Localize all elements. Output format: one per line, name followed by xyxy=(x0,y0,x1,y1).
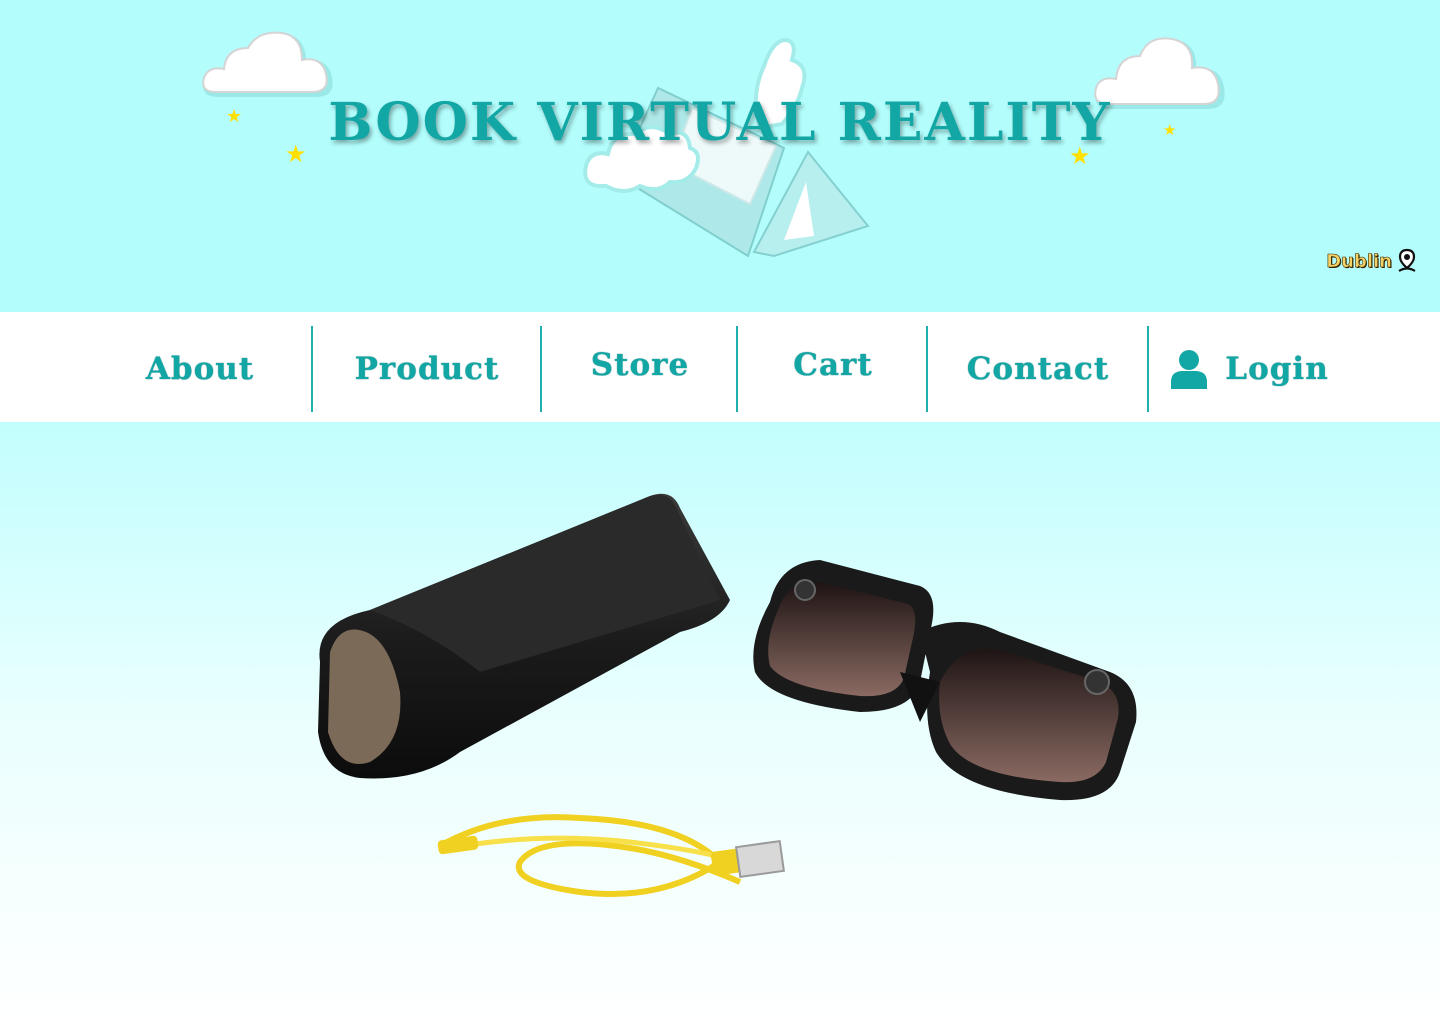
user-icon xyxy=(1171,350,1208,389)
nav-store[interactable]: Store xyxy=(542,322,738,408)
login-label: Login xyxy=(1225,351,1329,387)
header: ★ ★ ★ ★ BOOK VIRTUAL REALITY Dublin xyxy=(0,0,1440,312)
site-title: BOOK VIRTUAL REALITY xyxy=(328,92,1112,153)
nav-cart[interactable]: Cart xyxy=(738,322,928,408)
location-indicator[interactable]: Dublin xyxy=(1326,248,1418,274)
nav-product[interactable]: Product xyxy=(313,326,541,412)
location-label: Dublin xyxy=(1326,250,1392,272)
nav-about[interactable]: About xyxy=(90,326,310,412)
location-pin-icon xyxy=(1398,248,1416,272)
product-image xyxy=(318,493,1137,897)
nav-contact[interactable]: Contact xyxy=(928,326,1148,412)
nav-login[interactable]: Login xyxy=(1150,326,1350,412)
nav-divider xyxy=(1147,326,1149,412)
main-nav: About Product Store Cart Contact Login xyxy=(0,312,1440,422)
cloud-icon xyxy=(202,31,333,97)
main-content xyxy=(0,422,1440,1024)
